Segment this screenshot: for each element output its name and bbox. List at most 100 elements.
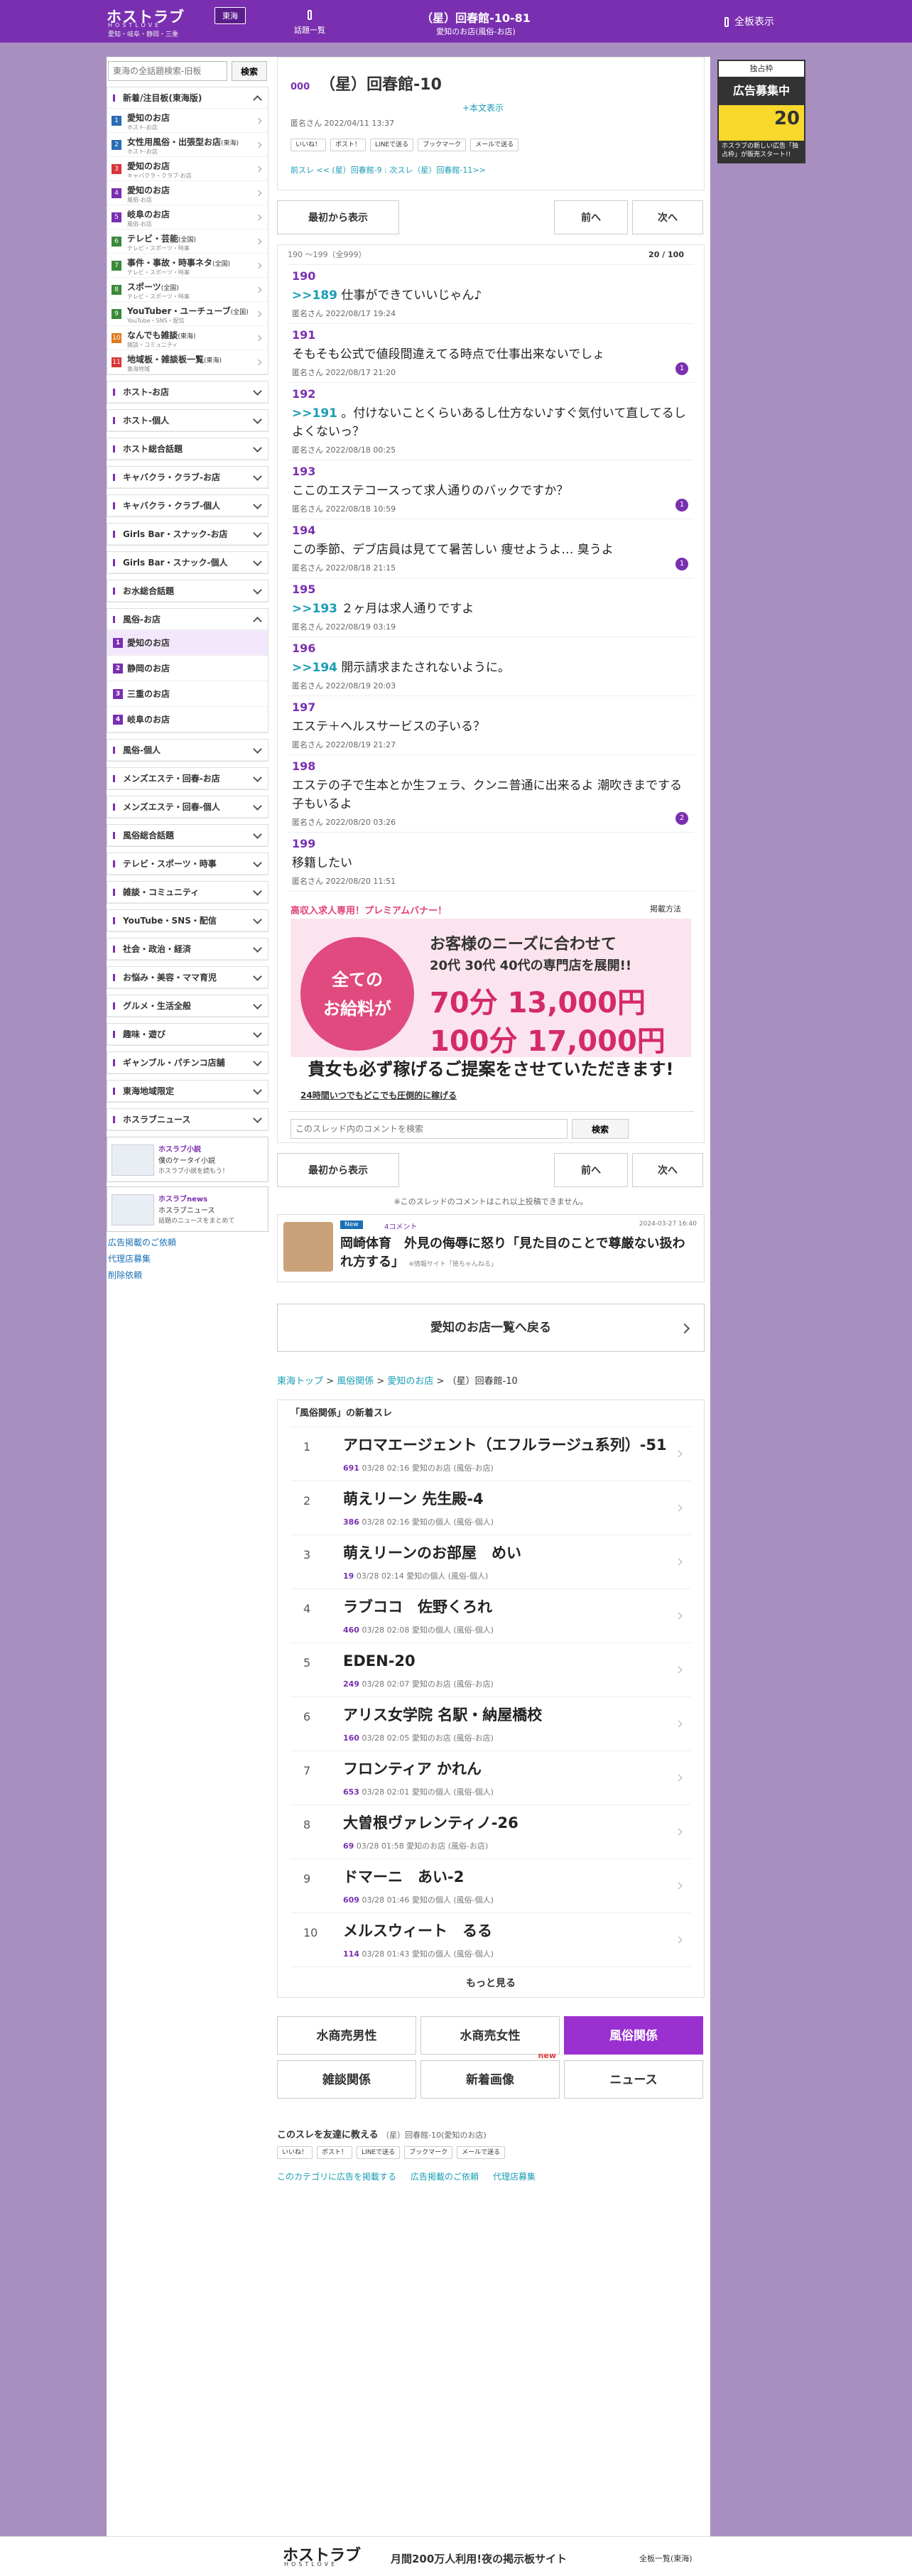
thread-nav[interactable]: 前スレ << (星）回春館-9 : 次スレ（星）回春館-11>> — [291, 164, 486, 175]
sidebar-category-header[interactable]: 風俗-個人 — [107, 740, 268, 761]
sidebar-category-header[interactable]: ホスト-お店 — [107, 381, 268, 403]
sidebar-fuzoku-header[interactable]: 風俗-お店 — [107, 609, 268, 630]
mail-button[interactable]: メールで送る — [457, 2146, 506, 2159]
premium-ad-banner[interactable]: 全ての お給料が お客様のニーズに合わせて 20代 30代 40代の専門店を展開!… — [291, 919, 691, 1082]
footer-all-boards[interactable]: 全板一覧(東海) — [639, 2553, 693, 2564]
reply-anchor[interactable]: >>193 — [292, 602, 337, 616]
category-news[interactable]: ニュース — [564, 2060, 703, 2099]
premium-ad-link[interactable]: 24時間いつでもどこでも圧倒的に稼げる — [300, 1089, 694, 1101]
post-button[interactable]: ポスト！ — [330, 139, 367, 151]
sidebar-category-header[interactable]: テレビ・スポーツ・時事 — [107, 853, 268, 875]
sidebar-category-header[interactable]: お水総合話題 — [107, 580, 268, 602]
line-button[interactable]: LINEで送る — [370, 139, 414, 151]
reply-count-badge[interactable]: 2 — [675, 812, 688, 825]
breadcrumb-category[interactable]: 風俗関係 — [337, 1376, 374, 1387]
reply-anchor[interactable]: >>194 — [292, 661, 337, 675]
news-banner[interactable]: ホスラブnews ホスラブニュース 話題のニュースをまとめて — [107, 1186, 268, 1232]
sidebar-category-header[interactable]: ホスト総合話題 — [107, 438, 268, 460]
fuzoku-item[interactable]: 2 静岡のお店 — [107, 656, 268, 681]
sidebar-item[interactable]: 10 なんでも雑談(東海) 雑談・コミュニティ — [107, 326, 268, 350]
sidebar-category-header[interactable]: 趣味・遊び — [107, 1024, 268, 1045]
comment-search-input[interactable] — [291, 1119, 568, 1139]
sidebar-category-header[interactable]: キャバクラ・クラブ-お店 — [107, 467, 268, 488]
next-button[interactable]: 次へ — [632, 200, 703, 234]
new-thread-item[interactable]: 9 ドマーニ あい-2 609 03/28 01:46 愛知の個人 (風俗-個人) — [291, 1859, 691, 1913]
new-thread-item[interactable]: 1 アロマエージェント（エフルラージュ系列）-51 691 03/28 02:16 … — [291, 1427, 691, 1481]
fuzoku-item[interactable]: 3 三重のお店 — [107, 681, 268, 707]
sidebar-item[interactable]: 8 スポーツ(全国) テレビ・スポーツ・時事 — [107, 278, 268, 302]
first-button[interactable]: 最初から表示 — [277, 200, 399, 234]
category-new-images[interactable]: 新着画像 new — [420, 2051, 560, 2099]
delete-request-link[interactable]: 削除依頼 — [108, 1269, 268, 1281]
new-thread-item[interactable]: 8 大曽根ヴァレンティノ-26 69 03/28 01:58 愛知のお店 (風俗-お… — [291, 1805, 691, 1859]
agency-link[interactable]: 代理店募集 — [493, 2172, 536, 2182]
next-button[interactable]: 次へ — [632, 1153, 703, 1187]
category-fuzoku[interactable]: 風俗関係 — [564, 2016, 703, 2055]
sidebar-item[interactable]: 2 女性用風俗・出張型お店(東海) ホスト-お店 — [107, 133, 268, 157]
more-link[interactable]: もっと見る — [291, 1976, 691, 1990]
sidebar-category-header[interactable]: ホスト-個人 — [107, 410, 268, 431]
mail-button[interactable]: メールで送る — [470, 139, 519, 151]
sidebar-item[interactable]: 5 岐阜のお店 風俗-お店 — [107, 205, 268, 229]
sidebar-item[interactable]: 6 テレビ・芸能(全国) テレビ・スポーツ・時事 — [107, 229, 268, 254]
sidebar-category-header[interactable]: YouTube・SNS・配信 — [107, 910, 268, 931]
reply-count-badge[interactable]: 1 — [675, 499, 688, 512]
reply-anchor[interactable]: >>191 — [292, 406, 337, 421]
new-thread-item[interactable]: 10 メルスウィート るる 114 03/28 01:43 愛知の個人 (風俗-個人… — [291, 1913, 691, 1967]
sidebar-category-header[interactable]: 風俗総合話題 — [107, 825, 268, 846]
line-button[interactable]: LINEで送る — [357, 2146, 401, 2159]
bookmark-button[interactable]: ブックマーク — [418, 139, 467, 151]
new-thread-item[interactable]: 2 萌えリーン 先生殿-4 386 03/28 02:16 愛知の個人 (風俗-個人… — [291, 1481, 691, 1535]
sidebar-category-header[interactable]: お悩み・美容・ママ育児 — [107, 967, 268, 988]
new-thread-item[interactable]: 7 フロンティア かれん 653 03/28 02:01 愛知の個人 (風俗-個人) — [291, 1751, 691, 1805]
sidebar-category-header[interactable]: メンズエステ・回春-お店 — [107, 768, 268, 789]
right-ad-banner[interactable]: 独占枠 広告募集中 20 ホスラブの新しい広告「独占枠」が販売スタート!! — [717, 60, 805, 163]
reply-anchor[interactable]: >>189 — [292, 288, 337, 303]
fuzoku-item[interactable]: 1 愛知のお店 — [107, 630, 268, 656]
breadcrumb-board[interactable]: 愛知のお店 — [387, 1376, 433, 1387]
novel-banner[interactable]: ホスラブ小説 僕のケータイ小説 ホスラブ小説を読もう！ — [107, 1137, 268, 1182]
sidebar-item[interactable]: 4 愛知のお店 風俗-お店 — [107, 181, 268, 205]
sidebar-category-header[interactable]: メンズエステ・回春-個人 — [107, 796, 268, 818]
fuzoku-item[interactable]: 4 岐阜のお店 — [107, 707, 268, 732]
reply-count-badge[interactable]: 1 — [675, 558, 688, 570]
like-button[interactable]: いいね！ — [277, 2146, 313, 2159]
sidebar-search-input[interactable] — [108, 61, 227, 81]
sidebar-category-header[interactable]: ホスラブニュース — [107, 1109, 268, 1130]
sidebar-item[interactable]: 7 事件・事故・時事ネタ(全国) テレビ・スポーツ・時事 — [107, 254, 268, 278]
region-button[interactable]: 東海 — [215, 7, 246, 24]
reply-count-badge[interactable]: 1 — [675, 362, 688, 375]
thread-list-button[interactable]: 話題一覧 — [288, 10, 331, 36]
prev-button[interactable]: 前へ — [554, 200, 628, 234]
sidebar-category-header[interactable]: キャバクラ・クラブ-個人 — [107, 495, 268, 516]
ad-request-link[interactable]: 広告掲載のご依頼 — [108, 1236, 268, 1248]
sidebar-item[interactable]: 9 YouTuber・ユーチューブ(全国) YouTube・SNS・配信 — [107, 302, 268, 326]
first-button[interactable]: 最初から表示 — [277, 1153, 399, 1187]
premium-howto-link[interactable]: 掲載方法 — [650, 903, 681, 914]
new-thread-item[interactable]: 3 萌えリーンのお部屋 めい 19 03/28 02:14 愛知の個人 (風俗-個人… — [291, 1535, 691, 1589]
category-hostess-female[interactable]: 水商売女性 — [420, 2016, 560, 2055]
sidebar-featured-header[interactable]: 新着/注目板(東海版) — [107, 87, 268, 109]
sidebar-category-header[interactable]: Girls Bar・スナック-個人 — [107, 552, 268, 573]
breadcrumb-top[interactable]: 東海トップ — [277, 1376, 323, 1387]
prev-button[interactable]: 前へ — [554, 1153, 628, 1187]
like-button[interactable]: いいね！ — [291, 139, 327, 151]
sidebar-category-header[interactable]: ギャンブル・パチンコ店舗 — [107, 1052, 268, 1073]
news-card[interactable]: New 4コメント 2024-03-27 16:40 岡崎体育 外見の侮辱に怒り… — [277, 1214, 705, 1282]
category-ad-link[interactable]: このカテゴリに広告を掲載する — [277, 2172, 396, 2182]
sidebar-category-header[interactable]: 雑談・コミュニティ — [107, 882, 268, 903]
sidebar-item[interactable]: 11 地域板・雑談板一覧(東海) 東海地域 — [107, 350, 268, 374]
sidebar-category-header[interactable]: Girls Bar・スナック-お店 — [107, 524, 268, 545]
category-host-male[interactable]: 水商売男性 — [277, 2016, 416, 2055]
agency-link[interactable]: 代理店募集 — [108, 1252, 268, 1265]
sidebar-category-header[interactable]: 社会・政治・経済 — [107, 938, 268, 960]
new-thread-item[interactable]: 4 ラブココ 佐野くろれ 460 03/28 02:08 愛知の個人 (風俗-個人) — [291, 1589, 691, 1643]
sidebar-item[interactable]: 1 愛知のお店 ホスト-お店 — [107, 109, 268, 133]
category-chat[interactable]: 雑談関係 — [277, 2060, 416, 2099]
sidebar-category-header[interactable]: 東海地域限定 — [107, 1081, 268, 1102]
post-button[interactable]: ポスト！ — [317, 2146, 353, 2159]
back-to-list-button[interactable]: 愛知のお店一覧へ戻る — [277, 1304, 705, 1352]
sidebar-item[interactable]: 3 愛知のお店 キャバクラ・クラブ-お店 — [107, 157, 268, 181]
comment-search-button[interactable]: 検索 — [572, 1119, 629, 1139]
sidebar-category-header[interactable]: グルメ・生活全般 — [107, 995, 268, 1017]
